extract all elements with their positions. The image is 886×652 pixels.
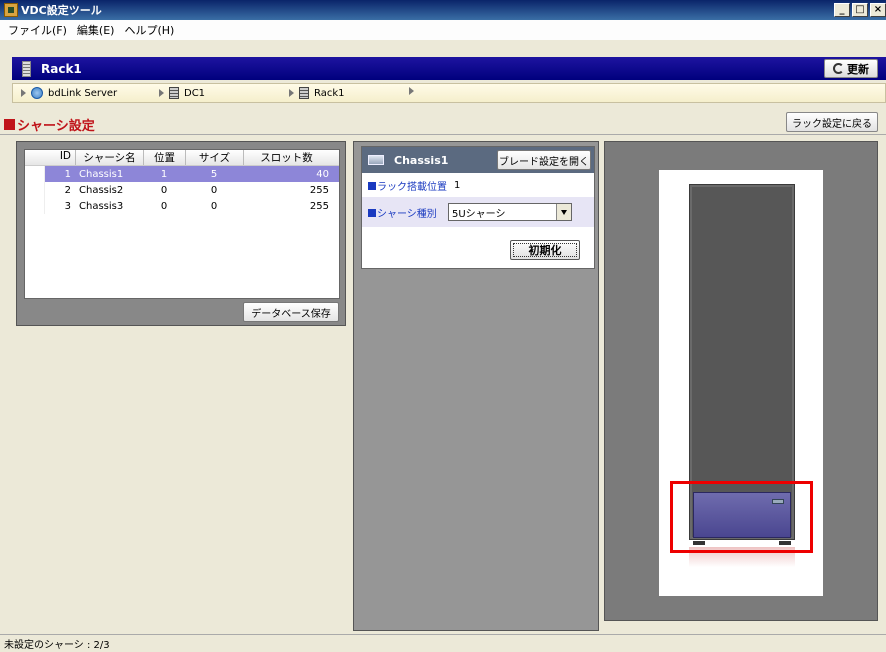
- minimize-button[interactable]: _: [834, 3, 850, 17]
- menu-file[interactable]: ファイル(F): [8, 22, 67, 38]
- rack-small-icon: [299, 87, 309, 99]
- table-row[interactable]: 3 Chassis3 0 0 255: [25, 198, 339, 214]
- chevron-right-icon: [409, 87, 414, 95]
- rack-position-value: 1: [454, 179, 461, 191]
- cell-size: 5: [210, 168, 218, 180]
- cell-pos: 0: [160, 184, 168, 196]
- cell-name: Chassis3: [79, 200, 124, 212]
- menu-help[interactable]: ヘルプ(H): [124, 22, 174, 38]
- rack-name: Rack1: [41, 61, 82, 76]
- rack-icon: [22, 60, 31, 77]
- section-heading: シャーシ設定: [4, 115, 95, 134]
- chassis-type-label-text: シャーシ種別: [377, 208, 437, 220]
- breadcrumb-rack[interactable]: Rack1: [289, 87, 345, 99]
- divider: [0, 134, 886, 135]
- selected-chassis-highlight: [670, 481, 813, 553]
- rack-position-label: ラック搭載位置: [368, 178, 454, 193]
- cell-id: 1: [64, 168, 71, 180]
- grid-header-pad: [25, 150, 45, 165]
- detail-header: Chassis1 ブレード設定を開く: [362, 147, 594, 173]
- cell-size: 0: [210, 184, 218, 196]
- cell-pos: 1: [160, 168, 168, 180]
- app-icon: [4, 3, 18, 17]
- section-square-icon: [4, 119, 15, 130]
- cell-slots: 255: [309, 200, 329, 212]
- chassis-grid: ID シャーシ名 位置 サイズ スロット数 1 Chassis1 1 5 40 …: [24, 149, 340, 299]
- initialize-button[interactable]: 初期化: [510, 240, 580, 260]
- chevron-down-icon[interactable]: [556, 204, 571, 220]
- cell-name: Chassis2: [79, 184, 124, 196]
- row-handle: [25, 166, 45, 182]
- chassis-detail-card: Chassis1 ブレード設定を開く ラック搭載位置 1 シャーシ種別 5Uシャ…: [361, 146, 595, 269]
- chassis-type-label: シャーシ種別: [368, 205, 448, 220]
- rack-position-row: ラック搭載位置 1: [362, 173, 594, 197]
- maximize-button[interactable]: □: [852, 3, 868, 17]
- back-to-rack-button[interactable]: ラック設定に戻る: [786, 112, 878, 132]
- rack-header: Rack1 更新: [12, 57, 886, 80]
- chevron-right-icon: [159, 89, 164, 97]
- label-square-icon: [368, 181, 376, 190]
- breadcrumb-server-label: bdLink Server: [48, 87, 118, 99]
- cell-id: 3: [64, 200, 71, 212]
- col-header-size[interactable]: サイズ: [185, 150, 243, 165]
- chassis-type-value: 5Uシャーシ: [452, 208, 506, 220]
- window-title: VDC設定ツール: [21, 4, 102, 17]
- cell-pos: 0: [160, 200, 168, 212]
- breadcrumb-dc-label: DC1: [184, 87, 206, 99]
- status-text: 未設定のシャーシ : 2/3: [4, 640, 110, 651]
- cell-id: 2: [64, 184, 71, 196]
- breadcrumb: bdLink Server DC1 Rack1: [12, 83, 886, 103]
- col-header-slots[interactable]: スロット数: [243, 150, 333, 165]
- menu-edit[interactable]: 編集(E): [77, 22, 115, 38]
- title-bar: VDC設定ツール _ □ ×: [0, 0, 886, 20]
- refresh-icon: [833, 63, 844, 74]
- datacenter-icon: [169, 87, 179, 99]
- cell-slots: 40: [316, 168, 329, 180]
- col-header-pos[interactable]: 位置: [143, 150, 185, 165]
- status-bar: 未設定のシャーシ : 2/3: [0, 634, 886, 652]
- refresh-label: 更新: [847, 62, 869, 76]
- grid-header: ID シャーシ名 位置 サイズ スロット数: [25, 150, 339, 166]
- breadcrumb-server[interactable]: bdLink Server: [21, 87, 117, 99]
- close-button[interactable]: ×: [870, 3, 886, 17]
- globe-icon: [31, 87, 43, 99]
- chassis-type-select[interactable]: 5Uシャーシ: [448, 203, 572, 221]
- chassis-icon: [368, 155, 384, 165]
- section-title: シャーシ設定: [17, 119, 95, 134]
- menu-bar: ファイル(F) 編集(E) ヘルプ(H): [0, 20, 886, 40]
- row-handle: [25, 198, 45, 214]
- chassis-detail-panel: Chassis1 ブレード設定を開く ラック搭載位置 1 シャーシ種別 5Uシャ…: [353, 141, 599, 631]
- detail-chassis-name: Chassis1: [394, 153, 449, 167]
- row-handle: [25, 182, 45, 198]
- label-square-icon: [368, 208, 376, 217]
- refresh-button[interactable]: 更新: [824, 59, 878, 78]
- chassis-type-row: シャーシ種別 5Uシャーシ: [362, 197, 594, 227]
- cell-slots: 255: [309, 184, 329, 196]
- col-header-id[interactable]: ID: [45, 150, 75, 165]
- rack-position-label-text: ラック搭載位置: [377, 181, 447, 193]
- save-database-button[interactable]: データベース保存: [243, 302, 339, 322]
- window-controls: _ □ ×: [832, 3, 886, 17]
- table-row[interactable]: 1 Chassis1 1 5 40: [25, 166, 339, 182]
- table-row[interactable]: 2 Chassis2 0 0 255: [25, 182, 339, 198]
- breadcrumb-dc[interactable]: DC1: [159, 87, 205, 99]
- chevron-right-icon: [21, 89, 26, 97]
- breadcrumb-rack-label: Rack1: [314, 87, 345, 99]
- chassis-list-panel: ID シャーシ名 位置 サイズ スロット数 1 Chassis1 1 5 40 …: [16, 141, 346, 326]
- open-blade-settings-button[interactable]: ブレード設定を開く: [497, 150, 591, 170]
- cell-size: 0: [210, 200, 218, 212]
- chevron-right-icon: [289, 89, 294, 97]
- col-header-name[interactable]: シャーシ名: [75, 150, 143, 165]
- cell-name: Chassis1: [79, 168, 124, 180]
- breadcrumb-next[interactable]: [409, 87, 414, 95]
